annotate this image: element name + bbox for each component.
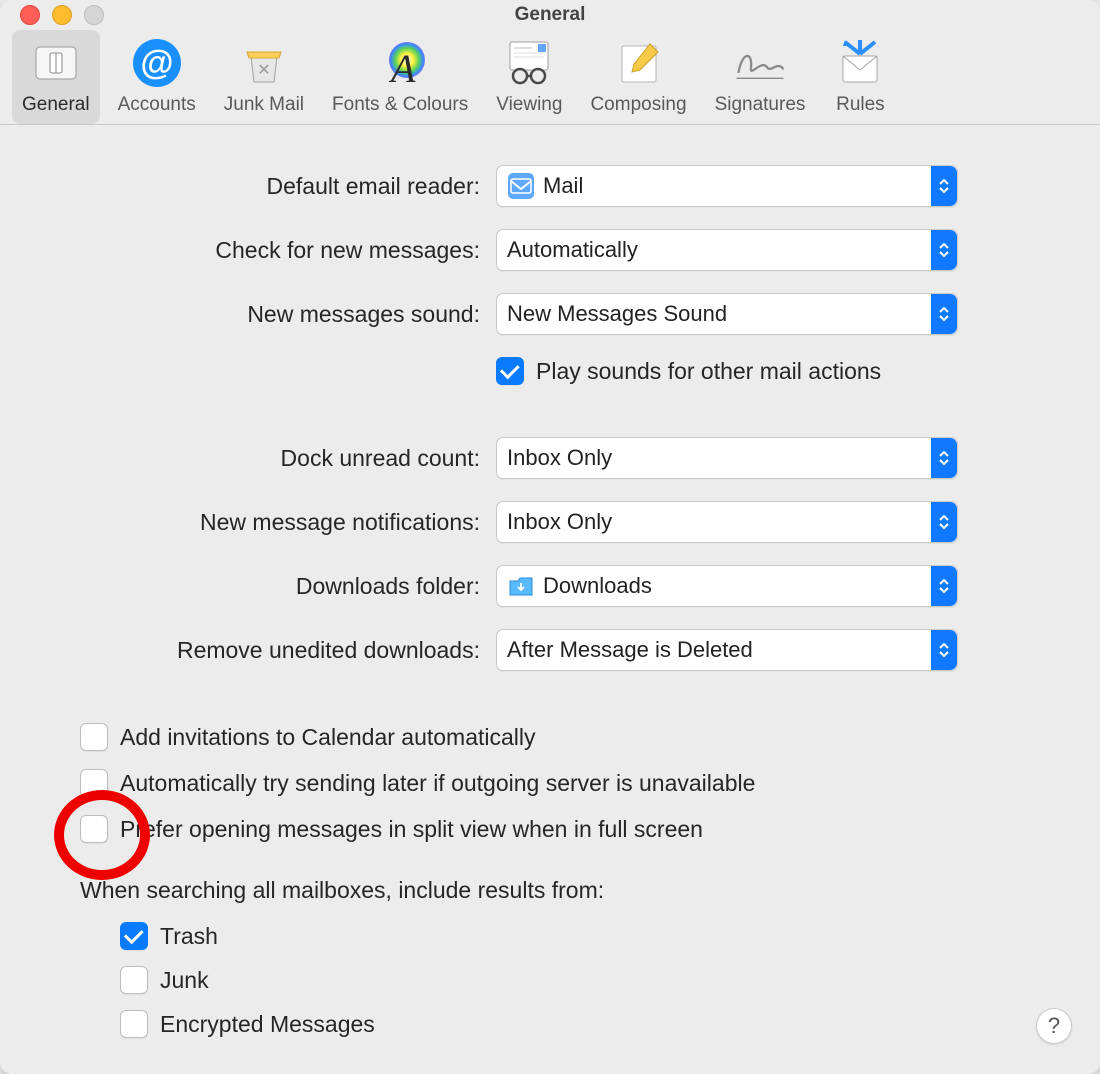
tab-accounts[interactable]: @ Accounts <box>108 30 206 124</box>
popup-value: New Messages Sound <box>507 301 727 327</box>
add-invitations-checkbox[interactable] <box>80 723 108 751</box>
include-encrypted-label: Encrypted Messages <box>160 1011 375 1038</box>
auto-retry-send-checkbox[interactable] <box>80 769 108 797</box>
tab-junk-mail[interactable]: ✕ Junk Mail <box>214 30 314 124</box>
check-messages-label: Check for new messages: <box>80 237 496 264</box>
dock-unread-popup[interactable]: Inbox Only <box>496 437 958 479</box>
default-reader-label: Default email reader: <box>80 173 496 200</box>
popup-value: After Message is Deleted <box>507 637 753 663</box>
downloads-folder-icon <box>507 572 535 600</box>
popup-arrows-icon <box>931 294 957 334</box>
play-sounds-label: Play sounds for other mail actions <box>536 358 881 385</box>
sound-popup[interactable]: New Messages Sound <box>496 293 958 335</box>
window-title: General <box>0 4 1100 26</box>
notifications-label: New message notifications: <box>80 509 496 536</box>
composing-icon <box>612 36 666 90</box>
tab-signatures[interactable]: Signatures <box>705 30 816 124</box>
preferences-window: General General @ Accounts <box>0 0 1100 1074</box>
svg-text:A: A <box>388 46 416 88</box>
play-sounds-checkbox[interactable] <box>496 357 524 385</box>
include-encrypted-checkbox[interactable] <box>120 1010 148 1038</box>
popup-arrows-icon <box>931 166 957 206</box>
content-pane: Default email reader: Mail Check for new… <box>0 125 1100 1074</box>
popup-arrows-icon <box>931 630 957 670</box>
switch-icon <box>29 36 83 90</box>
tab-rules[interactable]: Rules <box>823 30 897 124</box>
popup-arrows-icon <box>931 502 957 542</box>
popup-arrows-icon <box>931 230 957 270</box>
tab-composing[interactable]: Composing <box>580 30 696 124</box>
popup-arrows-icon <box>931 566 957 606</box>
svg-text:✕: ✕ <box>257 62 270 79</box>
tab-fonts-colours[interactable]: A Fonts & Colours <box>322 30 478 124</box>
check-messages-popup[interactable]: Automatically <box>496 229 958 271</box>
tab-label: Viewing <box>496 94 562 116</box>
include-trash-label: Trash <box>160 923 218 950</box>
popup-arrows-icon <box>931 438 957 478</box>
tab-label: Junk Mail <box>224 94 304 116</box>
downloads-folder-popup[interactable]: Downloads <box>496 565 958 607</box>
popup-value: Mail <box>543 173 583 199</box>
dock-unread-label: Dock unread count: <box>80 445 496 472</box>
fonts-colours-icon: A <box>373 36 427 90</box>
prefer-split-view-label: Prefer opening messages in split view wh… <box>120 816 703 843</box>
tab-label: Signatures <box>715 94 806 116</box>
svg-text:@: @ <box>140 44 173 82</box>
tab-label: Composing <box>590 94 686 116</box>
notifications-popup[interactable]: Inbox Only <box>496 501 958 543</box>
downloads-folder-label: Downloads folder: <box>80 573 496 600</box>
prefer-split-view-checkbox[interactable] <box>80 815 108 843</box>
tab-label: Accounts <box>118 94 196 116</box>
auto-retry-send-label: Automatically try sending later if outgo… <box>120 770 755 797</box>
tab-label: General <box>22 94 90 116</box>
help-button[interactable]: ? <box>1036 1008 1072 1044</box>
remove-downloads-popup[interactable]: After Message is Deleted <box>496 629 958 671</box>
remove-downloads-label: Remove unedited downloads: <box>80 637 496 664</box>
mail-app-icon <box>507 172 535 200</box>
default-reader-popup[interactable]: Mail <box>496 165 958 207</box>
popup-value: Inbox Only <box>507 509 612 535</box>
prefs-toolbar: General @ Accounts ✕ Junk Mail <box>0 30 1100 125</box>
include-junk-checkbox[interactable] <box>120 966 148 994</box>
tab-label: Rules <box>836 94 885 116</box>
at-sign-icon: @ <box>130 36 184 90</box>
signature-icon <box>733 36 787 90</box>
add-invitations-label: Add invitations to Calendar automaticall… <box>120 724 536 751</box>
viewing-icon <box>502 36 556 90</box>
tab-viewing[interactable]: Viewing <box>486 30 572 124</box>
include-trash-checkbox[interactable] <box>120 922 148 950</box>
tab-general[interactable]: General <box>12 30 100 124</box>
popup-value: Automatically <box>507 237 638 263</box>
tab-label: Fonts & Colours <box>332 94 468 116</box>
popup-value: Inbox Only <box>507 445 612 471</box>
include-junk-label: Junk <box>160 967 209 994</box>
search-results-heading: When searching all mailboxes, include re… <box>80 877 1020 904</box>
trash-icon: ✕ <box>237 36 291 90</box>
sound-label: New messages sound: <box>80 301 496 328</box>
titlebar: General <box>0 0 1100 30</box>
popup-value: Downloads <box>543 573 652 599</box>
rules-icon <box>833 36 887 90</box>
